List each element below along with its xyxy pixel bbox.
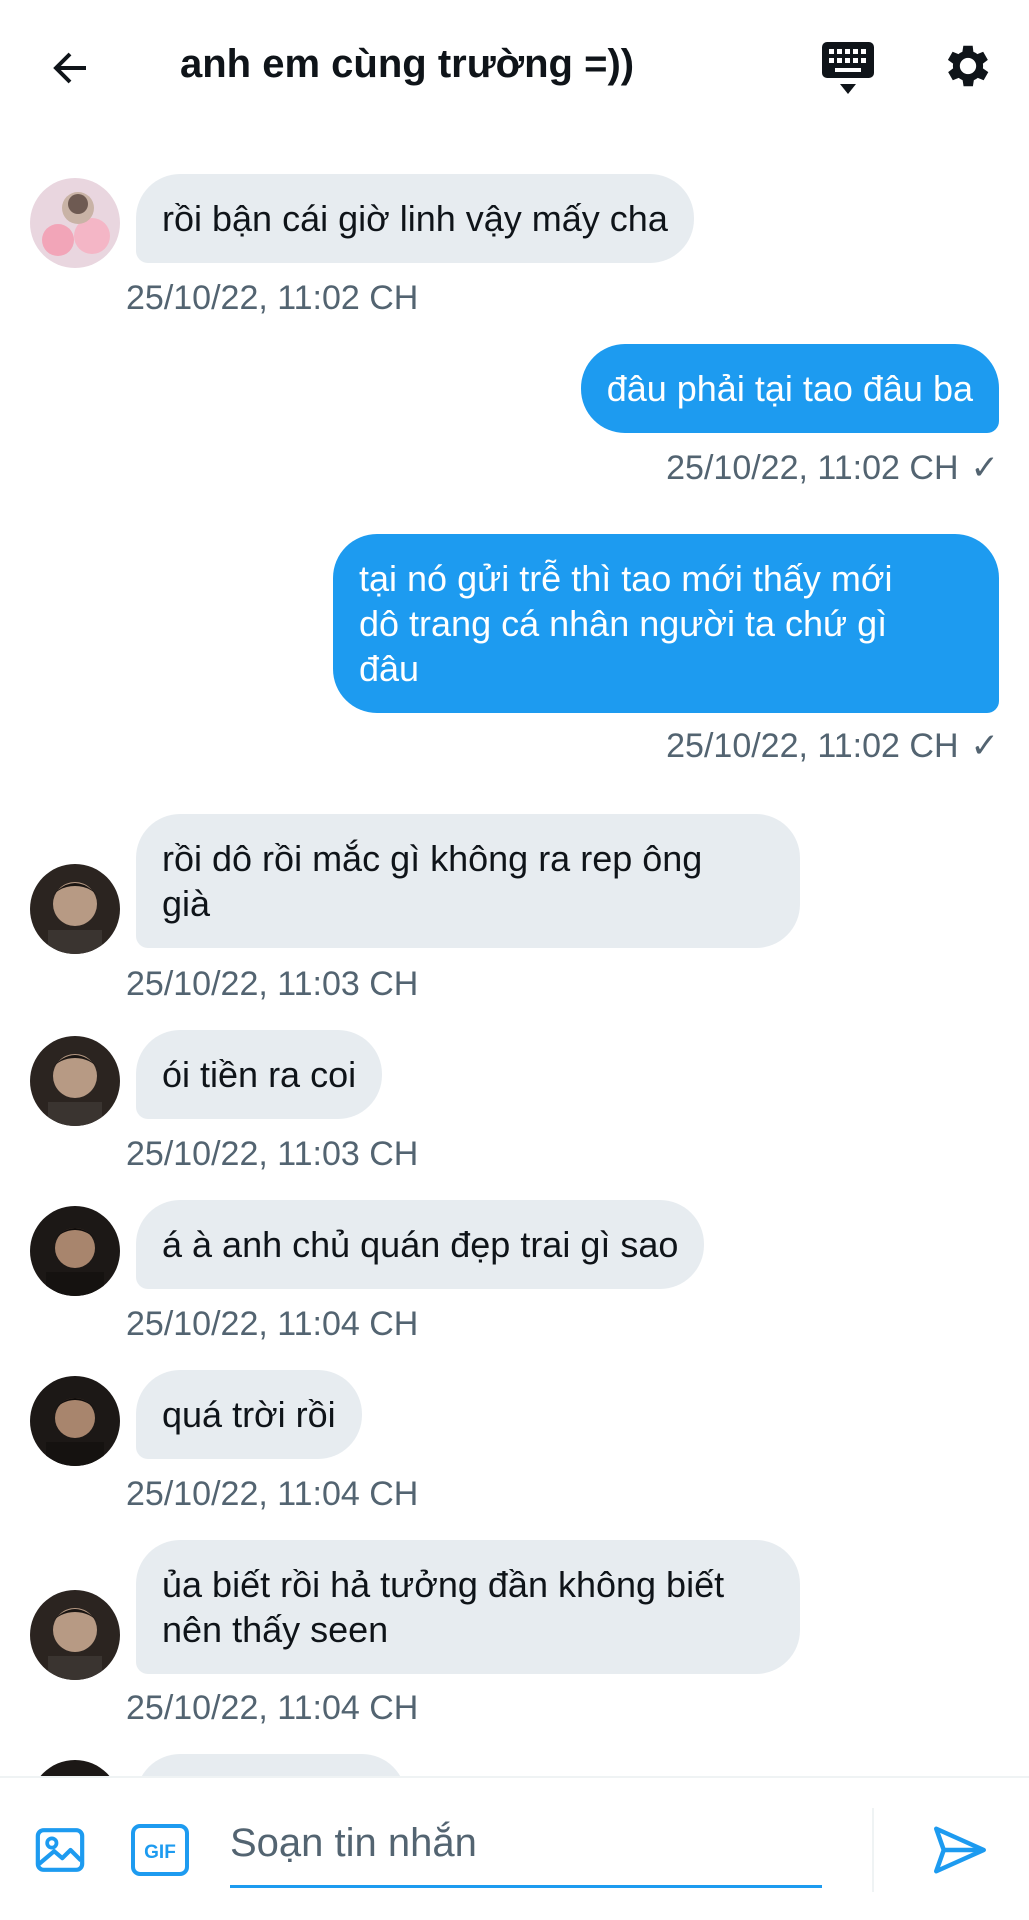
add-gif-button[interactable]: GIF [130,1822,190,1878]
message-timestamp: 25/10/22, 11:04 CH [126,1305,419,1343]
message-composer: GIF [0,1776,1029,1920]
sent-check-icon: ✓ [970,727,1000,765]
message-bubble[interactable]: rồi bận cái giờ linh vậy mấy cha [136,174,694,263]
settings-button[interactable] [940,38,1000,98]
avatar[interactable] [30,1206,120,1296]
avatar[interactable] [30,1376,120,1466]
gif-icon: GIF [131,1824,189,1876]
message-timestamp: 25/10/22, 11:02 CH [126,279,419,317]
message-bubble[interactable]: ủa biết rồi hả tưởng đần không biết nên … [136,1540,800,1674]
message-bubble[interactable]: rồi dô rồi mắc gì không ra rep ông già [136,814,800,948]
avatar[interactable] [30,1760,120,1776]
message-timestamp: 25/10/22, 11:04 CH [126,1475,419,1513]
conversation-header: anh em cùng trường =)) [0,0,1029,132]
message-timestamp: 25/10/22, 11:03 CH [126,1135,419,1173]
avatar[interactable] [30,1036,120,1126]
send-button[interactable] [930,1820,990,1880]
message-timestamp: 25/10/22, 11:02 CH ✓ [666,726,999,766]
message-list[interactable]: rồi bận cái giờ linh vậy mấy cha 25/10/2… [0,132,1029,1776]
message-timestamp-text: 25/10/22, 11:02 CH [666,449,959,487]
avatar[interactable] [30,178,120,268]
message-timestamp: 25/10/22, 11:02 CH ✓ [666,448,999,488]
avatar[interactable] [30,1590,120,1680]
message-bubble[interactable] [136,1754,406,1776]
message-bubble[interactable]: á à anh chủ quán đẹp trai gì sao [136,1200,705,1289]
message-bubble[interactable]: đâu phải tại tao đâu ba [580,344,999,433]
message-bubble[interactable]: quá trời rồi [136,1370,362,1459]
message-timestamp: 25/10/22, 11:03 CH [126,965,419,1003]
conversation-title[interactable]: anh em cùng trường =)) [180,36,634,92]
gear-icon [947,45,989,87]
arrow-left-icon [53,52,86,84]
avatar[interactable] [30,864,120,954]
add-media-button[interactable] [32,1822,88,1878]
message-timestamp-text: 25/10/22, 11:02 CH [666,727,959,765]
keyboard-icon [822,42,874,94]
message-bubble[interactable]: tại nó gửi trễ thì tao mới thấy mới dô t… [333,534,999,713]
send-icon [934,1826,986,1874]
gif-label: GIF [144,1842,176,1863]
message-bubble[interactable]: ói tiền ra coi [136,1030,383,1119]
image-icon [35,1828,85,1872]
composer-divider [872,1808,874,1892]
message-timestamp: 25/10/22, 11:04 CH [126,1689,419,1727]
sent-check-icon: ✓ [970,449,1000,487]
message-input[interactable] [230,1802,822,1888]
keyboard-shortcuts-button[interactable] [820,38,876,98]
back-button[interactable] [40,38,100,98]
